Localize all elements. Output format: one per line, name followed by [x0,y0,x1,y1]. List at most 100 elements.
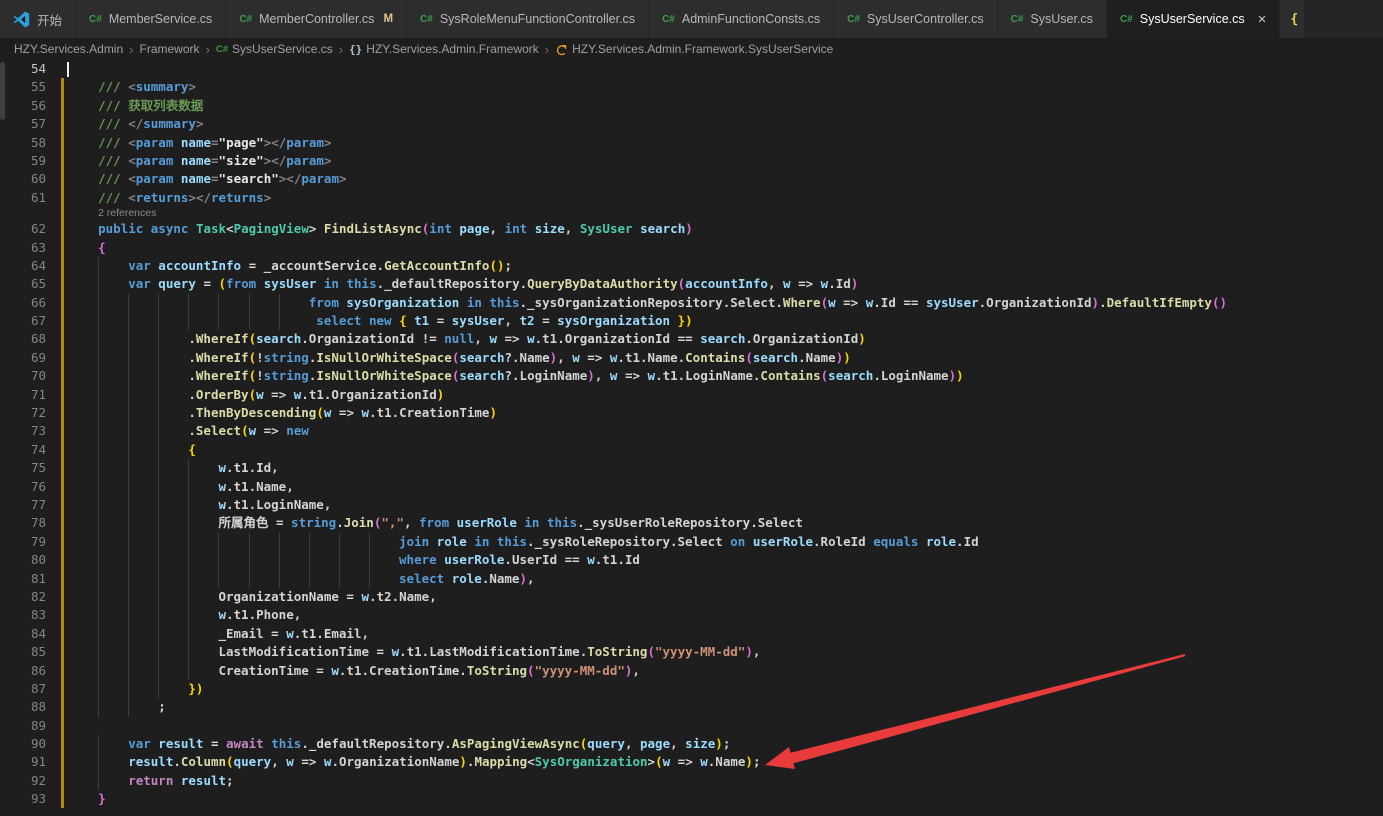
line-number[interactable]: 63 [0,239,46,257]
code-line-86[interactable]: 86 CreationTime = w.t1.CreationTime.ToSt… [0,662,1383,680]
line-number[interactable]: 87 [0,680,46,698]
code-line-79[interactable]: 79 join role in this._sysRoleRepository.… [0,533,1383,551]
line-number[interactable]: 86 [0,662,46,680]
line-number[interactable]: 69 [0,349,46,367]
line-number[interactable]: 72 [0,404,46,422]
line-number[interactable]: 73 [0,422,46,440]
line-number[interactable]: 71 [0,386,46,404]
line-number[interactable]: 91 [0,753,46,771]
breadcrumb-item[interactable]: HZY.Services.Admin.Framework.SysUserServ… [555,42,833,56]
code-line-66[interactable]: 66 from sysOrganization in this._sysOrga… [0,294,1383,312]
indent-guide [98,772,128,790]
line-number[interactable]: 89 [0,717,46,735]
code-line-54[interactable]: 54 [0,60,1383,78]
code-line-55[interactable]: 55 /// <summary> [0,78,1383,96]
code-line-75[interactable]: 75 w.t1.Id, [0,459,1383,477]
line-number[interactable]: 88 [0,698,46,716]
line-number[interactable]: 84 [0,625,46,643]
line-number[interactable]: 62 [0,220,46,238]
line-number[interactable]: 61 [0,189,46,207]
code-line-73[interactable]: 73 .Select(w => new [0,422,1383,440]
line-number[interactable]: 80 [0,551,46,569]
tab-partial-next[interactable]: { [1280,0,1304,38]
line-number[interactable]: 55 [0,78,46,96]
line-number[interactable]: 76 [0,478,46,496]
line-number[interactable]: 54 [0,60,46,78]
code-line-67[interactable]: 67 select new { t1 = sysUser, t2 = sysOr… [0,312,1383,330]
line-number[interactable]: 78 [0,514,46,532]
code-line-93[interactable]: 93 } [0,790,1383,808]
code-line-91[interactable]: 91 result.Column(query, w => w.Organizat… [0,753,1383,771]
breadcrumb-item[interactable]: C#SysUserService.cs [216,42,333,56]
code-line-60[interactable]: 60 /// <param name="search"></param> [0,170,1383,188]
code-line-80[interactable]: 80 where userRole.UserId == w.t1.Id [0,551,1383,569]
code-line-63[interactable]: 63 { [0,239,1383,257]
line-number[interactable]: 56 [0,97,46,115]
code-line-83[interactable]: 83 w.t1.Phone, [0,606,1383,624]
code-line-74[interactable]: 74 { [0,441,1383,459]
tab-SysUser.cs[interactable]: C#SysUser.cs [998,0,1106,38]
line-number[interactable]: 75 [0,459,46,477]
line-number[interactable]: 74 [0,441,46,459]
code-line-84[interactable]: 84 _Email = w.t1.Email, [0,625,1383,643]
tab-SysUserService.cs[interactable]: C#SysUserService.cs× [1107,0,1279,38]
code-line-85[interactable]: 85 LastModificationTime = w.t1.LastModif… [0,643,1383,661]
code-line-72[interactable]: 72 .ThenByDescending(w => w.t1.CreationT… [0,404,1383,422]
code-line-65[interactable]: 65 var query = (from sysUser in this._de… [0,275,1383,293]
line-number[interactable]: 58 [0,134,46,152]
code-line-76[interactable]: 76 w.t1.Name, [0,478,1383,496]
breadcrumb-item[interactable]: {}HZY.Services.Admin.Framework [349,42,539,56]
code-line-70[interactable]: 70 .WhereIf(!string.IsNullOrWhiteSpace(s… [0,367,1383,385]
line-number[interactable]: 65 [0,275,46,293]
line-number[interactable]: 92 [0,772,46,790]
line-number[interactable]: 59 [0,152,46,170]
close-icon[interactable]: × [1258,12,1267,27]
line-number[interactable]: 79 [0,533,46,551]
code-line-87[interactable]: 87 }) [0,680,1383,698]
line-number[interactable]: 90 [0,735,46,753]
code-line-88[interactable]: 88 ; [0,698,1383,716]
indent-guide [279,312,309,330]
code-line-82[interactable]: 82 OrganizationName = w.t2.Name, [0,588,1383,606]
code-line-71[interactable]: 71 .OrderBy(w => w.t1.OrganizationId) [0,386,1383,404]
codelens-references[interactable]: 2 references [98,207,1383,220]
line-number[interactable]: 67 [0,312,46,330]
line-number[interactable]: 93 [0,790,46,808]
tab-SysRoleMenuFunctionController.cs[interactable]: C#SysRoleMenuFunctionController.cs [407,0,648,38]
code-line-89[interactable]: 89 [0,717,1383,735]
code-line-58[interactable]: 58 /// <param name="page"></param> [0,134,1383,152]
code-line-77[interactable]: 77 w.t1.LoginName, [0,496,1383,514]
line-number[interactable]: 57 [0,115,46,133]
code-line-92[interactable]: 92 return result; [0,772,1383,790]
code-line-90[interactable]: 90 var result = await this._defaultRepos… [0,735,1383,753]
line-number[interactable]: 70 [0,367,46,385]
code-line-61[interactable]: 61 /// <returns></returns> [0,189,1383,207]
breadcrumb-item[interactable]: Framework [140,42,200,56]
code-line-62[interactable]: 62 public async Task<PagingView> FindLis… [0,220,1383,238]
code-line-81[interactable]: 81 select role.Name), [0,570,1383,588]
code-line-56[interactable]: 56 /// 获取列表数据 [0,97,1383,115]
tab-AdminFunctionConsts.cs[interactable]: C#AdminFunctionConsts.cs [649,0,833,38]
line-number[interactable]: 82 [0,588,46,606]
breadcrumb-item[interactable]: HZY.Services.Admin [14,42,123,56]
line-number[interactable]: 66 [0,294,46,312]
line-number[interactable]: 85 [0,643,46,661]
line-number[interactable]: 77 [0,496,46,514]
line-content: where userRole.UserId == w.t1.Id [68,551,640,569]
tab-MemberController.cs[interactable]: C#MemberController.csM [226,0,406,38]
line-number[interactable]: 81 [0,570,46,588]
tab-MemberService.cs[interactable]: C#MemberService.cs [76,0,225,38]
line-number[interactable]: 68 [0,330,46,348]
code-line-78[interactable]: 78 所属角色 = string.Join(",", from userRole… [0,514,1383,532]
line-number[interactable]: 64 [0,257,46,275]
code-line-69[interactable]: 69 .WhereIf(!string.IsNullOrWhiteSpace(s… [0,349,1383,367]
code-line-64[interactable]: 64 var accountInfo = _accountService.Get… [0,257,1383,275]
code-editor[interactable]: 5455 /// <summary>56 /// 获取列表数据57 /// </… [0,60,1383,816]
code-line-68[interactable]: 68 .WhereIf(search.OrganizationId != nul… [0,330,1383,348]
line-number[interactable]: 60 [0,170,46,188]
tab-SysUserController.cs[interactable]: C#SysUserController.cs [834,0,997,38]
tab-开始[interactable]: 开始 [0,0,75,38]
code-line-59[interactable]: 59 /// <param name="size"></param> [0,152,1383,170]
code-line-57[interactable]: 57 /// </summary> [0,115,1383,133]
line-number[interactable]: 83 [0,606,46,624]
